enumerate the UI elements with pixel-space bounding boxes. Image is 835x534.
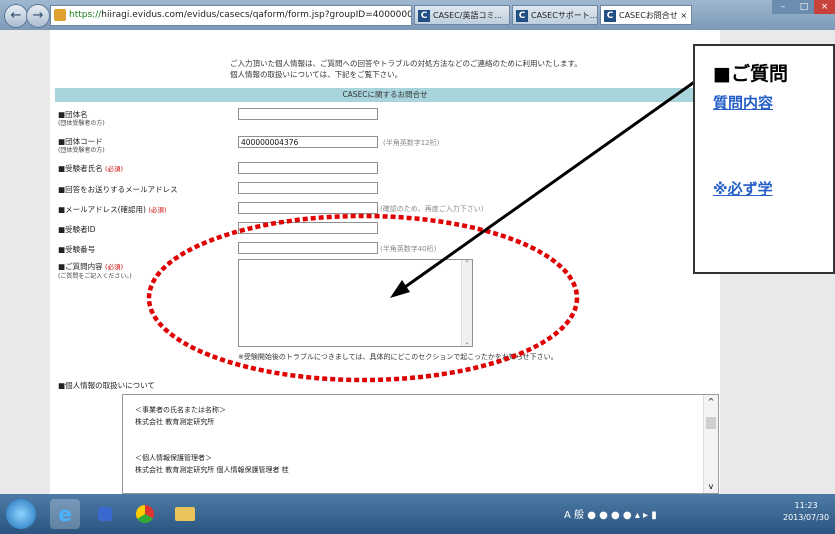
system-tray[interactable]: A 般 ● ● ● ● ▴ ▸ ▮ [564, 506, 657, 521]
pointer-arrowhead-icon [390, 280, 410, 298]
callout-link-note: ※必ず学 [713, 180, 773, 198]
callout-heading: ■ご質問 [713, 63, 788, 85]
tray-icons: ● ● ● ● ▴ ▸ ▮ [587, 510, 657, 521]
windows-taskbar: e A 般 ● ● ● ● ▴ ▸ ▮ 11:23 2013/07/30 [0, 494, 835, 534]
taskbar-clock[interactable]: 11:23 2013/07/30 [783, 500, 829, 524]
internet-explorer-icon: e [58, 502, 72, 526]
taskbar-media[interactable] [90, 499, 120, 529]
taskbar-explorer[interactable] [170, 499, 200, 529]
media-player-icon [98, 507, 112, 521]
chrome-icon [136, 505, 154, 523]
highlight-ellipse [146, 213, 580, 383]
pointer-arrow [397, 76, 701, 294]
callout-link-question: 質問内容 [713, 94, 774, 112]
ime-indicator[interactable]: A 般 [564, 510, 584, 521]
start-button[interactable] [6, 499, 36, 529]
taskbar-chrome[interactable] [130, 499, 160, 529]
folder-icon [175, 507, 195, 521]
taskbar-ie[interactable]: e [50, 499, 80, 529]
annotation-callout: ■ご質問 質問内容 ※必ず学 [693, 44, 835, 274]
